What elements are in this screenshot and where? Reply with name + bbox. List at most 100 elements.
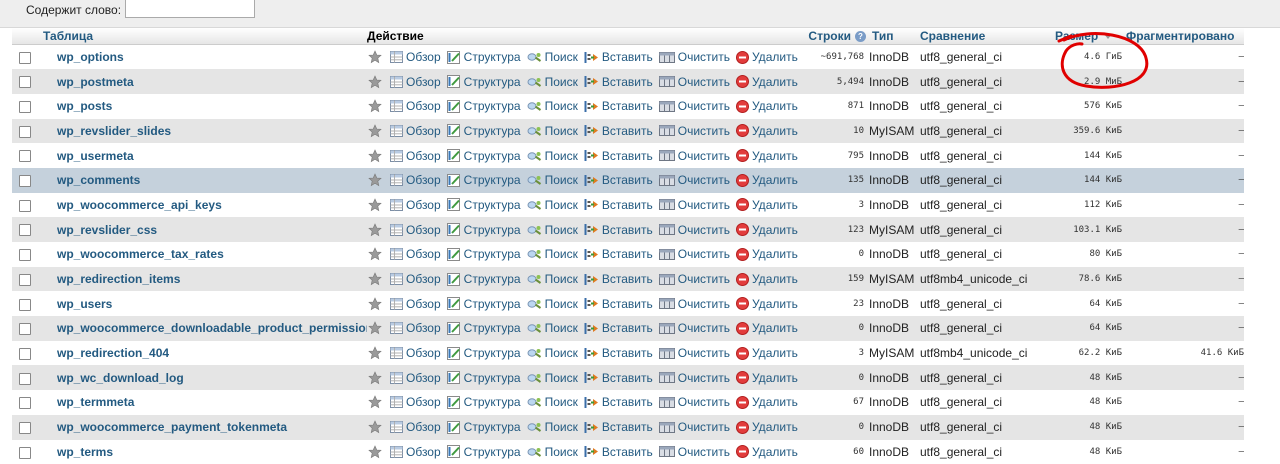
favorite-star-icon[interactable] (368, 149, 382, 163)
structure-button[interactable]: Структура (447, 50, 521, 64)
header-collation[interactable]: Сравнение (920, 28, 1055, 45)
drop-button[interactable]: Удалить (736, 198, 798, 212)
table-row[interactable]: wp_wc_download_log Обзор Структура Поиск (12, 365, 1244, 390)
table-row[interactable]: wp_terms Обзор Структура Поиск (12, 440, 1244, 464)
drop-button[interactable]: Удалить (736, 75, 798, 89)
size-value[interactable]: 48 КиБ (1055, 365, 1126, 390)
table-name-link[interactable]: wp_redirection_404 (57, 346, 169, 360)
search-button[interactable]: Поиск (527, 198, 578, 212)
favorite-star-icon[interactable] (368, 395, 382, 409)
insert-button[interactable]: Вставить (584, 50, 653, 64)
favorite-star-icon[interactable] (368, 297, 382, 311)
row-checkbox[interactable] (19, 422, 31, 434)
size-value[interactable]: 80 КиБ (1055, 242, 1126, 267)
structure-button[interactable]: Структура (447, 198, 521, 212)
row-checkbox[interactable] (19, 299, 31, 311)
header-size[interactable]: Размер (1055, 28, 1126, 45)
empty-button[interactable]: Очистить (659, 124, 730, 138)
size-value[interactable]: 64 КиБ (1055, 291, 1126, 316)
favorite-star-icon[interactable] (368, 247, 382, 261)
empty-button[interactable]: Очистить (659, 445, 730, 459)
table-row[interactable]: wp_termmeta Обзор Структура Поиск (12, 390, 1244, 415)
empty-button[interactable]: Очистить (659, 297, 730, 311)
empty-button[interactable]: Очистить (659, 50, 730, 64)
insert-button[interactable]: Вставить (584, 198, 653, 212)
browse-button[interactable]: Обзор (390, 272, 441, 286)
size-value[interactable]: 112 КиБ (1055, 193, 1126, 218)
structure-button[interactable]: Структура (447, 124, 521, 138)
empty-button[interactable]: Очистить (659, 75, 730, 89)
browse-button[interactable]: Обзор (390, 124, 441, 138)
header-type[interactable]: Тип (868, 28, 920, 45)
table-name-link[interactable]: wp_woocommerce_payment_tokenmeta (57, 420, 287, 434)
size-value[interactable]: 144 КиБ (1055, 143, 1126, 168)
size-value[interactable]: 48 КиБ (1055, 390, 1126, 415)
table-name-link[interactable]: wp_revslider_css (57, 223, 157, 237)
browse-button[interactable]: Обзор (390, 99, 441, 113)
browse-button[interactable]: Обзор (390, 297, 441, 311)
table-name-link[interactable]: wp_posts (57, 99, 112, 113)
row-checkbox[interactable] (19, 397, 31, 409)
row-checkbox[interactable] (19, 323, 31, 335)
empty-button[interactable]: Очистить (659, 198, 730, 212)
browse-button[interactable]: Обзор (390, 395, 441, 409)
insert-button[interactable]: Вставить (584, 445, 653, 459)
table-name-link[interactable]: wp_wc_download_log (57, 371, 184, 385)
search-button[interactable]: Поиск (527, 173, 578, 187)
search-button[interactable]: Поиск (527, 124, 578, 138)
row-checkbox[interactable] (19, 52, 31, 64)
browse-button[interactable]: Обзор (390, 420, 441, 434)
favorite-star-icon[interactable] (368, 346, 382, 360)
drop-button[interactable]: Удалить (736, 173, 798, 187)
search-button[interactable]: Поиск (527, 420, 578, 434)
search-button[interactable]: Поиск (527, 297, 578, 311)
favorite-star-icon[interactable] (368, 420, 382, 434)
table-row[interactable]: wp_options Обзор Структура Поиск (12, 45, 1244, 70)
help-icon[interactable]: ? (855, 31, 866, 42)
size-value[interactable]: 103.1 КиБ (1055, 217, 1126, 242)
table-row[interactable]: wp_woocommerce_payment_tokenmeta Обзор С… (12, 415, 1244, 440)
favorite-star-icon[interactable] (368, 75, 382, 89)
table-row[interactable]: wp_usermeta Обзор Структура Поиск (12, 143, 1244, 168)
table-name-link[interactable]: wp_postmeta (57, 75, 134, 89)
table-name-link[interactable]: wp_redirection_items (57, 272, 180, 286)
search-button[interactable]: Поиск (527, 99, 578, 113)
row-checkbox[interactable] (19, 200, 31, 212)
favorite-star-icon[interactable] (368, 198, 382, 212)
row-checkbox[interactable] (19, 224, 31, 236)
table-name-link[interactable]: wp_termmeta (57, 395, 134, 409)
browse-button[interactable]: Обзор (390, 173, 441, 187)
table-row[interactable]: wp_redirection_404 Обзор Структура Поиск (12, 341, 1244, 366)
filter-input[interactable] (125, 0, 255, 18)
size-value[interactable]: 64 КиБ (1055, 316, 1126, 341)
empty-button[interactable]: Очистить (659, 395, 730, 409)
drop-button[interactable]: Удалить (736, 149, 798, 163)
browse-button[interactable]: Обзор (390, 371, 441, 385)
size-value[interactable]: 4.6 ГиБ (1055, 45, 1126, 70)
search-button[interactable]: Поиск (527, 75, 578, 89)
drop-button[interactable]: Удалить (736, 297, 798, 311)
empty-button[interactable]: Очистить (659, 247, 730, 261)
drop-button[interactable]: Удалить (736, 346, 798, 360)
insert-button[interactable]: Вставить (584, 420, 653, 434)
size-value[interactable]: 576 КиБ (1055, 94, 1126, 119)
browse-button[interactable]: Обзор (390, 149, 441, 163)
row-checkbox[interactable] (19, 348, 31, 360)
empty-button[interactable]: Очистить (659, 346, 730, 360)
table-row[interactable]: wp_posts Обзор Структура Поиск (12, 94, 1244, 119)
table-name-link[interactable]: wp_revslider_slides (57, 124, 171, 138)
insert-button[interactable]: Вставить (584, 75, 653, 89)
browse-button[interactable]: Обзор (390, 321, 441, 335)
favorite-star-icon[interactable] (368, 173, 382, 187)
structure-button[interactable]: Структура (447, 272, 521, 286)
table-row[interactable]: wp_woocommerce_downloadable_product_perm… (12, 316, 1244, 341)
table-name-link[interactable]: wp_woocommerce_tax_rates (57, 247, 224, 261)
size-value[interactable]: 48 КиБ (1055, 415, 1126, 440)
search-button[interactable]: Поиск (527, 445, 578, 459)
structure-button[interactable]: Структура (447, 223, 521, 237)
browse-button[interactable]: Обзор (390, 223, 441, 237)
drop-button[interactable]: Удалить (736, 99, 798, 113)
table-name-link[interactable]: wp_terms (57, 445, 113, 459)
table-row[interactable]: wp_redirection_items Обзор Структура Пои… (12, 267, 1244, 292)
empty-button[interactable]: Очистить (659, 223, 730, 237)
